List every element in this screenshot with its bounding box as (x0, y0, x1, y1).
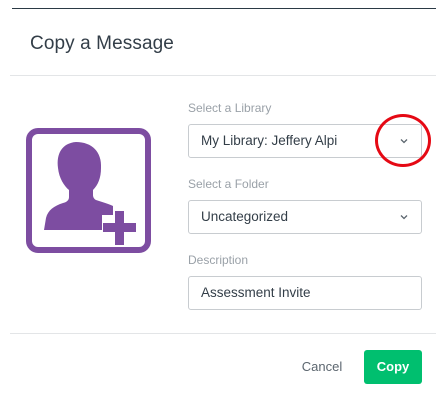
footer-divider (10, 333, 436, 334)
library-select-value: My Library: Jeffery Alpi (201, 133, 338, 148)
folder-select-value: Uncategorized (201, 209, 289, 224)
description-label: Description (188, 253, 249, 267)
header-divider (10, 75, 436, 76)
description-input-value: Assessment Invite (201, 285, 311, 300)
add-user-icon (26, 128, 151, 253)
cancel-button[interactable]: Cancel (290, 350, 354, 384)
description-input[interactable]: Assessment Invite (188, 276, 422, 310)
top-border (12, 8, 436, 9)
red-highlight-circle (375, 114, 431, 167)
dialog-title: Copy a Message (30, 33, 174, 54)
folder-select[interactable]: Uncategorized (188, 200, 422, 234)
copy-button[interactable]: Copy (364, 350, 422, 384)
folder-label: Select a Folder (188, 177, 269, 191)
chevron-down-icon (400, 215, 408, 220)
library-label: Select a Library (188, 101, 272, 115)
